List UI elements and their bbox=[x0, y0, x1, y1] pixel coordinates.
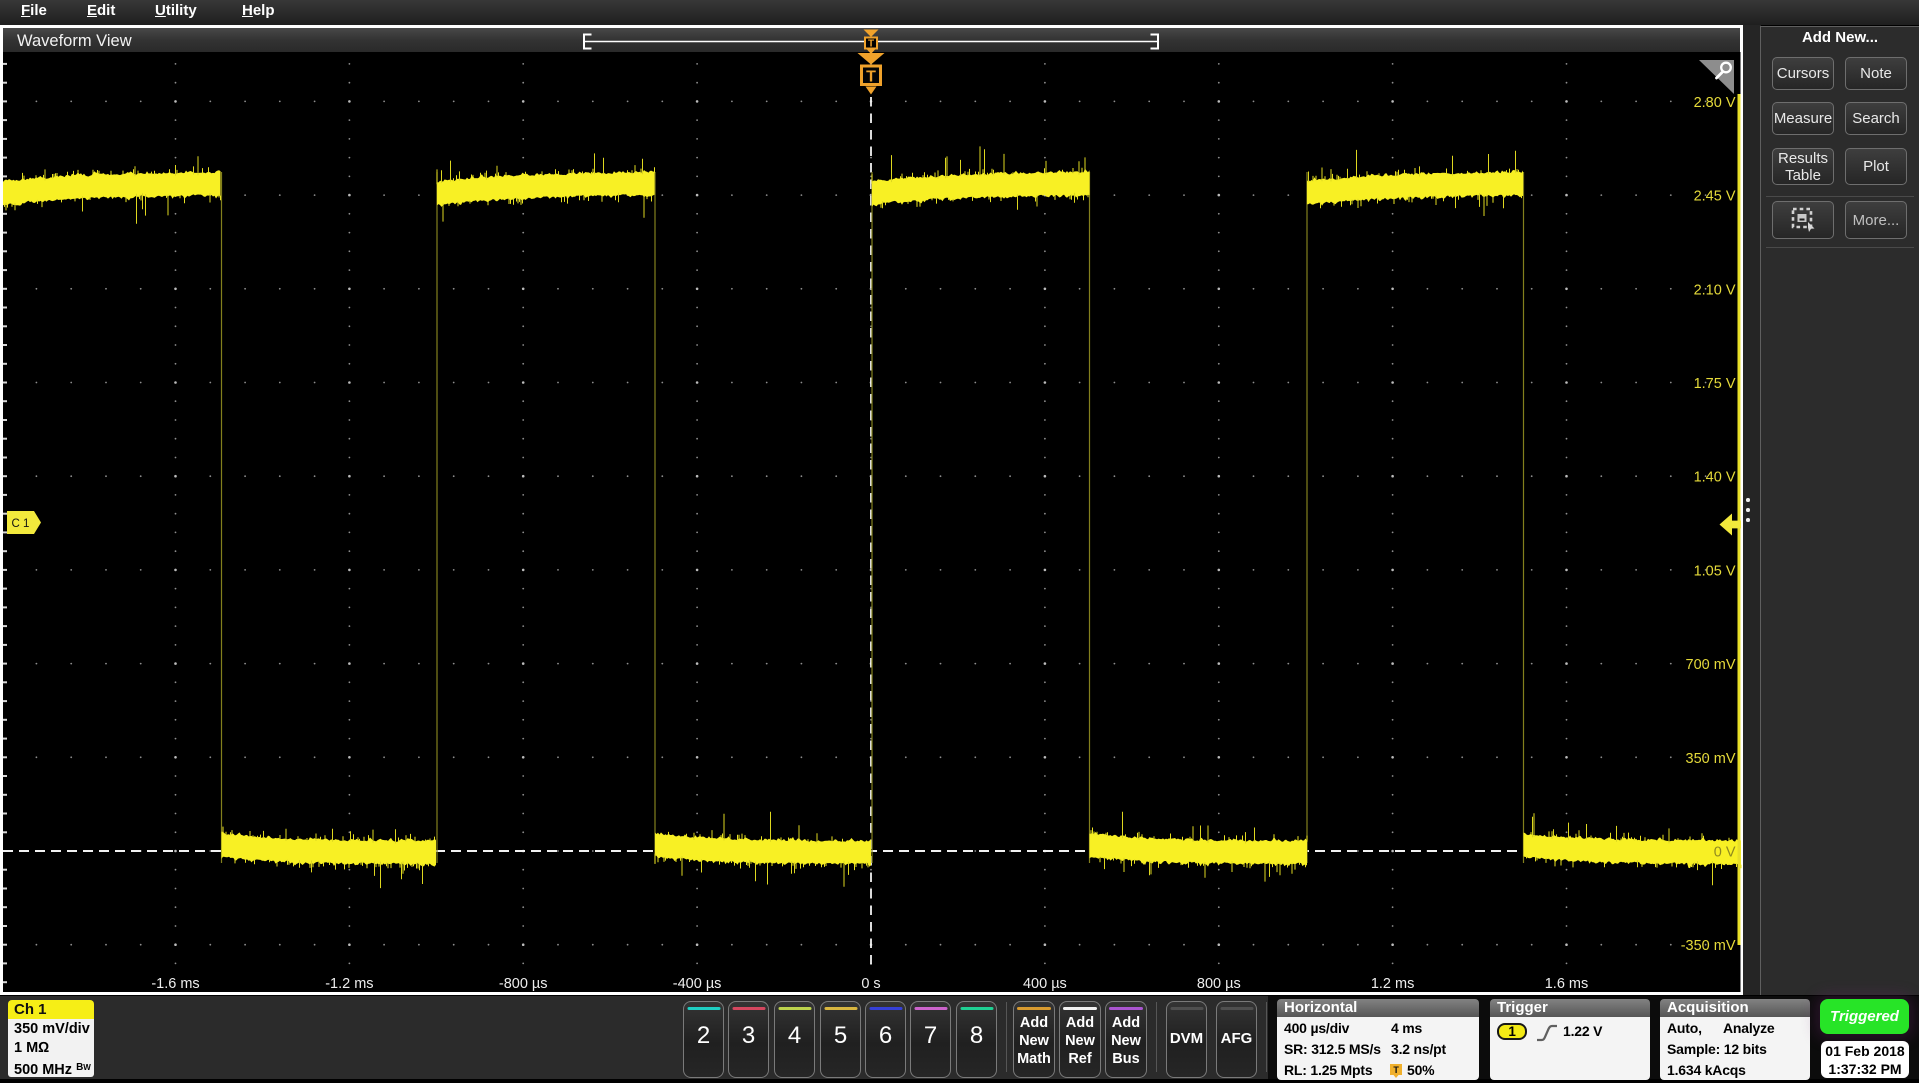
svg-text:700 mV: 700 mV bbox=[1686, 657, 1736, 673]
svg-text:1.40 V: 1.40 V bbox=[1694, 470, 1736, 486]
svg-text:1.6 ms: 1.6 ms bbox=[1545, 976, 1589, 992]
svg-text:2.80 V: 2.80 V bbox=[1694, 95, 1736, 111]
svg-text:T: T bbox=[1393, 1065, 1399, 1075]
svg-text:Waveform View: Waveform View bbox=[17, 32, 132, 50]
svg-text:C 1: C 1 bbox=[12, 518, 30, 530]
svg-text:-1.2 ms: -1.2 ms bbox=[325, 976, 373, 992]
svg-text:0 V: 0 V bbox=[1714, 845, 1736, 861]
svg-text:2.45 V: 2.45 V bbox=[1694, 189, 1736, 205]
svg-text:1.2 ms: 1.2 ms bbox=[1371, 976, 1415, 992]
svg-text:-800 µs: -800 µs bbox=[499, 976, 548, 992]
svg-text:800 µs: 800 µs bbox=[1197, 976, 1241, 992]
svg-text:T: T bbox=[868, 39, 874, 50]
svg-text:-1.6 ms: -1.6 ms bbox=[151, 976, 199, 992]
svg-text:0 s: 0 s bbox=[861, 976, 880, 992]
svg-text:-350 mV: -350 mV bbox=[1681, 938, 1736, 954]
svg-text:1.75 V: 1.75 V bbox=[1694, 376, 1736, 392]
svg-text:2.10 V: 2.10 V bbox=[1694, 282, 1736, 298]
svg-text:1.05 V: 1.05 V bbox=[1694, 563, 1736, 579]
svg-text:-400 µs: -400 µs bbox=[673, 976, 722, 992]
svg-text:350 mV: 350 mV bbox=[1686, 751, 1736, 767]
svg-text:400 µs: 400 µs bbox=[1023, 976, 1067, 992]
svg-text:T: T bbox=[866, 69, 876, 86]
